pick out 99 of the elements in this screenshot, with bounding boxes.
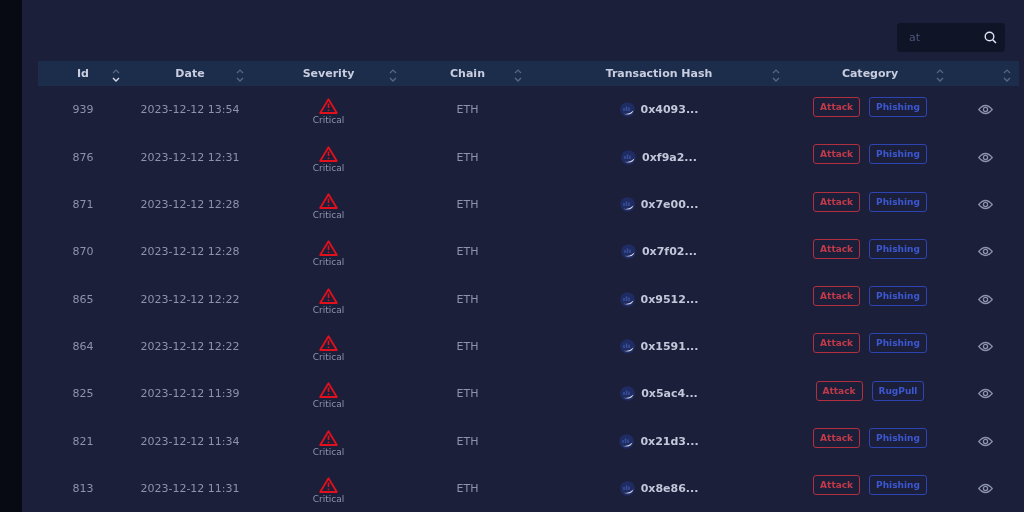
token-icon bbox=[619, 338, 635, 354]
warning-icon bbox=[319, 287, 338, 304]
transaction-hash[interactable]: 0x1591... bbox=[640, 339, 699, 353]
severity-label: Critical bbox=[312, 351, 345, 362]
transaction-hash[interactable]: 0x5ac4... bbox=[641, 387, 698, 401]
category-tag: RugPull bbox=[871, 380, 925, 401]
category-tag: Phishing bbox=[869, 333, 927, 354]
column-header[interactable]: Category bbox=[841, 67, 899, 81]
severity-label: Critical bbox=[312, 162, 345, 173]
id-cell: 825 bbox=[72, 387, 94, 401]
search-icon[interactable] bbox=[984, 31, 997, 44]
eye-icon[interactable] bbox=[978, 199, 993, 211]
chain-cell: ETH bbox=[456, 434, 479, 448]
column-header[interactable]: Transaction Hash bbox=[605, 67, 713, 81]
category-tag: Attack bbox=[813, 144, 861, 165]
category-tag: Phishing bbox=[869, 191, 927, 212]
category-tag: Phishing bbox=[869, 428, 927, 449]
eye-icon[interactable] bbox=[978, 482, 993, 494]
category-tag: Attack bbox=[813, 238, 861, 259]
severity-label: Critical bbox=[312, 304, 345, 315]
column-header[interactable]: Severity bbox=[302, 67, 355, 81]
id-cell: 821 bbox=[72, 434, 94, 448]
severity-label: Critical bbox=[312, 210, 345, 221]
sort-icon[interactable] bbox=[112, 69, 120, 83]
chain-cell: ETH bbox=[456, 292, 479, 306]
transaction-hash[interactable]: 0x21d3... bbox=[640, 434, 699, 448]
id-cell: 864 bbox=[72, 339, 94, 353]
chain-cell: ETH bbox=[456, 198, 479, 212]
search-field[interactable]: at bbox=[897, 23, 1005, 52]
category-tag: Attack bbox=[813, 333, 861, 354]
id-cell: 871 bbox=[72, 198, 94, 212]
warning-icon bbox=[319, 334, 338, 351]
chain-cell: ETH bbox=[456, 481, 479, 495]
token-icon bbox=[619, 102, 635, 118]
eye-icon[interactable] bbox=[978, 340, 993, 352]
eye-icon[interactable] bbox=[978, 246, 993, 258]
transaction-hash[interactable]: 0x4093... bbox=[640, 103, 699, 117]
column-header[interactable]: Date bbox=[175, 67, 205, 81]
id-cell: 813 bbox=[72, 481, 94, 495]
warning-icon bbox=[319, 240, 338, 257]
transaction-hash[interactable]: 0x9512... bbox=[640, 292, 699, 306]
date-cell: 2023-12-12 11:34 bbox=[140, 434, 240, 448]
warning-icon bbox=[319, 476, 338, 493]
id-cell: 939 bbox=[72, 103, 94, 117]
token-icon bbox=[620, 244, 636, 260]
warning-icon bbox=[319, 98, 338, 115]
transaction-hash[interactable]: 0x7e00... bbox=[640, 198, 699, 212]
date-cell: 2023-12-12 11:39 bbox=[140, 387, 240, 401]
id-cell: 865 bbox=[72, 292, 94, 306]
column-header[interactable]: Chain bbox=[450, 67, 485, 81]
eye-icon[interactable] bbox=[978, 151, 993, 163]
token-icon bbox=[619, 291, 635, 307]
category-tag: Phishing bbox=[869, 475, 927, 496]
token-icon bbox=[621, 149, 637, 165]
severity-label: Critical bbox=[312, 446, 345, 457]
category-tag: Attack bbox=[813, 475, 861, 496]
category-tag: Attack bbox=[813, 428, 861, 449]
eye-icon[interactable] bbox=[978, 293, 993, 305]
category-tag: Phishing bbox=[869, 238, 927, 259]
category-tag: Attack bbox=[813, 191, 861, 212]
eye-icon[interactable] bbox=[978, 435, 993, 447]
date-cell: 2023-12-12 12:31 bbox=[140, 150, 240, 164]
severity-label: Critical bbox=[312, 257, 345, 268]
id-cell: 870 bbox=[72, 245, 94, 259]
date-cell: 2023-12-12 12:22 bbox=[140, 339, 240, 353]
warning-icon bbox=[319, 382, 338, 399]
column-header[interactable]: Id bbox=[77, 67, 89, 81]
category-tag: Phishing bbox=[869, 96, 927, 117]
date-cell: 2023-12-12 12:28 bbox=[140, 245, 240, 259]
warning-icon bbox=[319, 193, 338, 210]
token-icon bbox=[619, 197, 635, 213]
warning-icon bbox=[319, 429, 338, 446]
severity-label: Critical bbox=[312, 493, 345, 504]
warning-icon bbox=[319, 145, 338, 162]
severity-label: Critical bbox=[312, 115, 345, 126]
token-icon bbox=[619, 433, 635, 449]
id-cell: 876 bbox=[72, 150, 94, 164]
chain-cell: ETH bbox=[456, 387, 479, 401]
category-tag: Attack bbox=[813, 96, 861, 117]
category-tag: Phishing bbox=[869, 144, 927, 165]
category-tag: Attack bbox=[813, 286, 861, 307]
category-tag: Phishing bbox=[869, 286, 927, 307]
token-icon bbox=[620, 386, 636, 402]
chain-cell: ETH bbox=[456, 245, 479, 259]
eye-icon[interactable] bbox=[978, 388, 993, 400]
eye-icon[interactable] bbox=[978, 104, 993, 116]
chain-cell: ETH bbox=[456, 150, 479, 164]
category-tag: Attack bbox=[815, 380, 863, 401]
date-cell: 2023-12-12 12:28 bbox=[140, 198, 240, 212]
severity-label: Critical bbox=[312, 399, 345, 410]
chain-cell: ETH bbox=[456, 339, 479, 353]
date-cell: 2023-12-12 13:54 bbox=[140, 103, 240, 117]
transaction-hash[interactable]: 0x7f02... bbox=[641, 245, 697, 259]
date-cell: 2023-12-12 12:22 bbox=[140, 292, 240, 306]
date-cell: 2023-12-12 11:31 bbox=[140, 481, 240, 495]
transaction-hash[interactable]: 0xf9a2... bbox=[642, 150, 697, 164]
chain-cell: ETH bbox=[456, 103, 479, 117]
token-icon bbox=[619, 480, 635, 496]
transaction-hash[interactable]: 0x8e86... bbox=[640, 481, 699, 495]
